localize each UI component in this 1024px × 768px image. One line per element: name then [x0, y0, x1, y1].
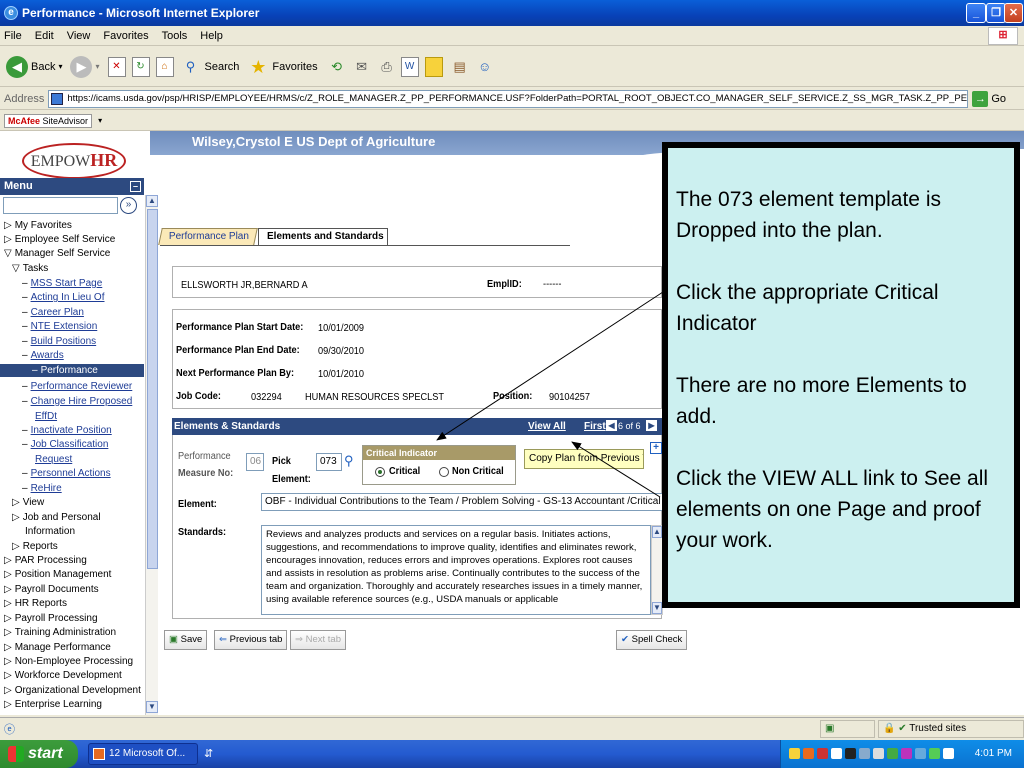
page-icon [51, 92, 64, 105]
tray-volume-icon[interactable] [915, 748, 926, 759]
page-status-icon: ⓔ [4, 724, 15, 736]
search-icon: ⚲ [185, 58, 196, 74]
menu-tools[interactable]: Tools [162, 30, 188, 42]
go-arrow-icon: → [972, 90, 989, 107]
close-button[interactable]: ✕ [1004, 3, 1023, 23]
tray-office-icon[interactable] [803, 748, 814, 759]
address-url: https://icams.usda.gov/psp/HRISP/EMPLOYE… [67, 92, 968, 104]
tray-network-icon[interactable] [831, 748, 842, 759]
mcafee-dropdown-icon[interactable]: ▾ [98, 116, 102, 125]
back-button[interactable]: ◀ Back ▾ [6, 55, 62, 78]
security-status-icon: ▣ [825, 723, 835, 734]
tray-app-icon[interactable] [887, 748, 898, 759]
menu-edit[interactable]: Edit [35, 30, 54, 42]
forward-button[interactable]: ▶ ▾ [70, 55, 100, 78]
back-label: Back [31, 60, 56, 73]
search-label: Search [204, 60, 240, 73]
history-icon[interactable]: ⟲ [326, 56, 348, 78]
taskbar-item-label: 12 Microsoft Of... [109, 748, 186, 759]
tray-antivirus-icon[interactable] [817, 748, 828, 759]
forward-dropdown-icon[interactable]: ▾ [95, 62, 99, 71]
tray-update-icon[interactable] [929, 748, 940, 759]
start-label: start [28, 745, 63, 762]
tray-mail-icon[interactable] [789, 748, 800, 759]
forward-arrow-icon: ▶ [70, 55, 93, 78]
mcafee-brand: McAfee [8, 115, 41, 126]
status-cell-security: ▣ [820, 720, 875, 738]
trusted-check-icon: ✔ [898, 723, 907, 734]
status-zone: 🔒 ✔ Trusted sites [878, 720, 1024, 738]
folder-icon[interactable] [424, 56, 443, 77]
callout-arrows [436, 291, 664, 498]
address-bar: Address https://icams.usda.gov/psp/HRISP… [0, 88, 1024, 110]
research-icon[interactable]: ▤ [449, 56, 471, 78]
menu-file[interactable]: File [4, 30, 22, 42]
back-arrow-icon: ◀ [6, 55, 28, 78]
page-content: Wilsey,Crystol E US Dept of Agriculture … [0, 131, 1024, 715]
ie-icon: e [4, 6, 18, 20]
windows-logo-icon: ⊞ [988, 27, 1018, 45]
print-icon[interactable]: ⎙ [376, 56, 398, 78]
toolbar: ◀ Back ▾ ▶ ▾ ✕ ↻ ⌂ ⚲ Search ★ Favorites … [0, 47, 1024, 87]
menu-favorites[interactable]: Favorites [103, 30, 148, 42]
go-button[interactable]: → Go [972, 90, 1007, 107]
taskbar-item-office[interactable]: 12 Microsoft Of... [88, 743, 198, 765]
mcafee-label: SiteAdvisor [42, 115, 89, 126]
tray-display-icon[interactable] [859, 748, 870, 759]
lock-icon: 🔒 [883, 723, 896, 734]
search-button[interactable]: ⚲ Search [180, 56, 240, 78]
mcafee-toolbar: McAfee SiteAdvisor ▾ [0, 111, 1024, 131]
back-dropdown-icon[interactable]: ▾ [58, 62, 62, 71]
windows-flag-icon [8, 746, 24, 762]
minimize-button[interactable]: _ [966, 3, 986, 23]
menu-bar: File Edit View Favorites Tools Help [0, 26, 1024, 46]
refresh-icon[interactable]: ↻ [131, 56, 150, 77]
window-title: Performance - Microsoft Internet Explore… [22, 6, 260, 20]
mcafee-siteadvisor-button[interactable]: McAfee SiteAdvisor [4, 113, 93, 128]
maximize-button[interactable]: ❐ [986, 3, 1006, 23]
mail-icon[interactable]: ✉ [351, 56, 373, 78]
tray-alert-icon[interactable] [845, 748, 856, 759]
star-icon: ★ [250, 56, 267, 77]
word-icon[interactable]: W [400, 56, 419, 77]
tray-messenger-icon[interactable] [901, 748, 912, 759]
menu-help[interactable]: Help [200, 30, 223, 42]
favorites-button[interactable]: ★ Favorites [247, 56, 317, 78]
quicklaunch-icon[interactable]: ⇵ [204, 747, 213, 760]
home-icon[interactable]: ⌂ [155, 56, 174, 77]
clock: 4:01 PM [974, 748, 1012, 759]
go-label: Go [991, 92, 1007, 105]
system-tray: 4:01 PM [780, 740, 1024, 768]
zone-label: Trusted sites [909, 723, 967, 734]
arrow-to-view-all [571, 441, 661, 498]
start-button[interactable]: start [0, 740, 78, 768]
address-input[interactable]: https://icams.usda.gov/psp/HRISP/EMPLOYE… [48, 89, 969, 108]
tray-monitor-icon[interactable] [943, 748, 954, 759]
window-title-bar: e Performance - Microsoft Internet Explo… [0, 0, 1024, 26]
messenger-icon[interactable]: ☺ [474, 56, 496, 78]
favorites-label: Favorites [272, 60, 318, 73]
status-bar: ⓔ ▣ 🔒 ✔ Trusted sites [0, 717, 1024, 739]
stop-icon[interactable]: ✕ [107, 56, 126, 77]
office-icon [93, 748, 105, 760]
arrow-to-critical-indicator [436, 291, 664, 441]
menu-view[interactable]: View [67, 30, 91, 42]
address-label: Address [4, 92, 45, 105]
tray-tools-icon[interactable] [873, 748, 884, 759]
